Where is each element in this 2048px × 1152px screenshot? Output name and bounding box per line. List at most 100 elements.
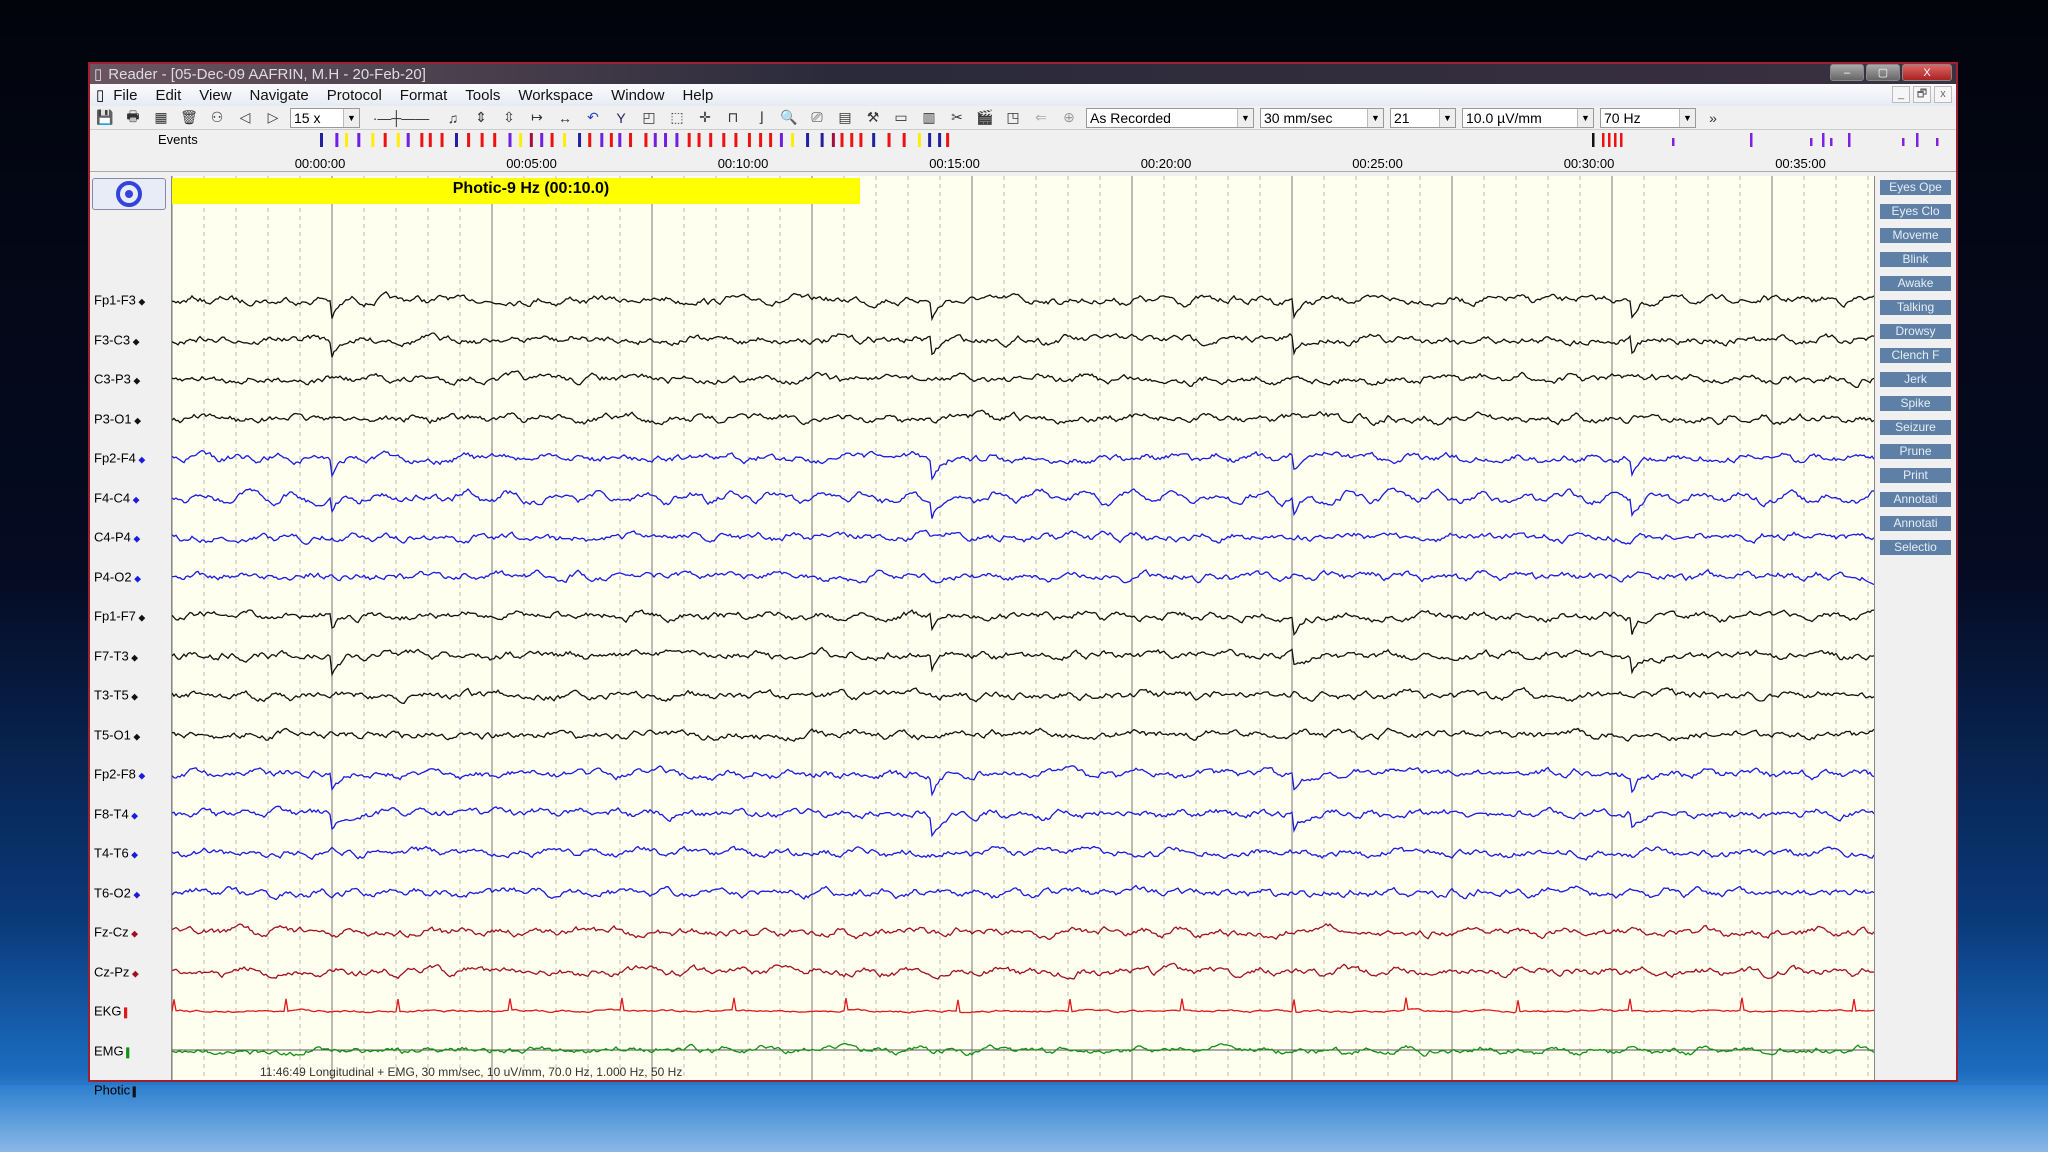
increase-gain-icon[interactable]: ⇕ (470, 108, 492, 128)
menu-edit[interactable]: Edit (146, 87, 190, 104)
bracket-icon[interactable]: ⌋ (750, 108, 772, 128)
eeg-trace-f7-t3 (172, 646, 1874, 677)
channel-label[interactable]: T3-T5 ◆ (94, 688, 138, 703)
menu-file[interactable]: File (104, 87, 146, 104)
event-mark (1592, 133, 1595, 147)
close-button[interactable]: X (1902, 64, 1952, 81)
channel-label[interactable]: Fp2-F4 ◆ (94, 451, 145, 466)
search-icon[interactable]: 🔍 (778, 108, 800, 128)
marker-button[interactable]: Clench F (1880, 348, 1951, 363)
event-mark (578, 133, 582, 147)
marker-button[interactable]: Awake (1880, 276, 1951, 291)
menu-protocol[interactable]: Protocol (318, 87, 391, 104)
marker-button[interactable]: Annotati (1880, 492, 1951, 507)
channel-label[interactable]: P4-O2 ◆ (94, 569, 141, 584)
menu-help[interactable]: Help (673, 87, 722, 104)
menu-navigate[interactable]: Navigate (241, 87, 318, 104)
scissors-icon[interactable]: ✂ (946, 108, 968, 128)
menu-workspace[interactable]: Workspace (509, 87, 602, 104)
speed-select[interactable]: 30 mm/sec ▼ (1260, 107, 1384, 128)
compress-icon[interactable]: ↦ (526, 108, 548, 128)
marker-button[interactable]: Blink (1880, 252, 1951, 267)
channel-label[interactable]: C3-P3 ◆ (94, 372, 140, 387)
marker-button[interactable]: Talking (1880, 300, 1951, 315)
channel-label[interactable]: Fz-Cz ◆ (94, 925, 138, 940)
menu-format[interactable]: Format (391, 87, 457, 104)
mdi-close-button[interactable]: x (1934, 86, 1952, 103)
channel-label[interactable]: F7-T3 ◆ (94, 648, 138, 663)
decrease-gain-icon[interactable]: ⇳ (498, 108, 520, 128)
view-toggle-button[interactable] (92, 178, 166, 210)
monitor-icon[interactable]: ▭ (890, 108, 912, 128)
channel-label[interactable]: F8-T4 ◆ (94, 806, 138, 821)
marker-button[interactable]: Moveme (1880, 228, 1951, 243)
filter-icon[interactable]: Y (610, 108, 632, 128)
film-icon[interactable]: ▦ (150, 108, 172, 128)
marker-button[interactable]: Drowsy (1880, 324, 1951, 339)
channel-label[interactable]: Fp2-F8 ◆ (94, 767, 145, 782)
rect-select-icon[interactable]: ⬚ (666, 108, 688, 128)
marker-button[interactable]: Eyes Clo (1880, 204, 1951, 219)
menu-view[interactable]: View (190, 87, 240, 104)
marker-button[interactable]: Selectio (1880, 540, 1951, 555)
channel-label[interactable]: F4-C4 ◆ (94, 490, 140, 505)
channel-label[interactable]: EKG ▌ (94, 1004, 130, 1019)
calculator-icon[interactable]: ▥ (918, 108, 940, 128)
undo-icon[interactable]: ↶ (582, 108, 604, 128)
marker-button[interactable]: Prune (1880, 444, 1951, 459)
channel-label[interactable]: EMG ▌ (94, 1043, 133, 1058)
menu-window[interactable]: Window (602, 87, 673, 104)
maximize-button[interactable]: ▢ (1866, 64, 1900, 81)
globe-icon[interactable]: ⊕ (1058, 108, 1080, 128)
sensitivity-select[interactable]: 10.0 µV/mm ▼ (1462, 107, 1594, 128)
channel-label[interactable]: Fp1-F3 ◆ (94, 293, 145, 308)
montage-select[interactable]: As Recorded ▼ (1086, 107, 1254, 128)
marker-button[interactable]: Spike (1880, 396, 1951, 411)
menu-tools[interactable]: Tools (456, 87, 509, 104)
window-icon[interactable]: ◳ (1002, 108, 1024, 128)
channel-label[interactable]: P3-O1 ◆ (94, 411, 141, 426)
measure-icon[interactable]: ⊓ (722, 108, 744, 128)
trash-icon[interactable]: 🗑 (178, 108, 200, 128)
device-icon[interactable]: ▤ (834, 108, 856, 128)
channel-label[interactable]: T6-O2 ◆ (94, 885, 140, 900)
events-bar[interactable]: Events (90, 130, 1956, 150)
marker-button[interactable]: Eyes Ope (1880, 180, 1951, 195)
slider[interactable]: ·—┼—— (366, 108, 436, 128)
prev-page-icon[interactable]: ◁ (234, 108, 256, 128)
channel-label[interactable]: Photic ▌ (94, 1083, 139, 1098)
mdi-restore-button[interactable]: 🗗 (1913, 86, 1931, 103)
marker-button[interactable]: Annotati (1880, 516, 1951, 531)
clapper-icon[interactable]: 🎬 (974, 108, 996, 128)
crosshair-icon[interactable]: ✛ (694, 108, 716, 128)
marker-button[interactable]: Jerk (1880, 372, 1951, 387)
channel-label[interactable]: T4-T6 ◆ (94, 846, 138, 861)
next-page-icon[interactable]: ▷ (262, 108, 284, 128)
marker-button[interactable]: Print (1880, 468, 1951, 483)
channel-label[interactable]: Fp1-F7 ◆ (94, 609, 145, 624)
camera-icon[interactable]: ⎚ (806, 108, 828, 128)
channel-label[interactable]: C4-P4 ◆ (94, 530, 140, 545)
channel-label[interactable]: Cz-Pz ◆ (94, 964, 139, 979)
expand-icon[interactable]: ↔ (554, 108, 576, 128)
channel-label[interactable]: T5-O1 ◆ (94, 727, 140, 742)
channel-label[interactable]: F3-C3 ◆ (94, 332, 140, 347)
save-icon[interactable]: 💾 (94, 108, 116, 128)
photic-annotation[interactable]: Photic-9 Hz (00:10.0) (172, 178, 860, 204)
event-mark (675, 133, 679, 147)
zoom-select[interactable]: 15 x ▼ (290, 107, 360, 128)
back-arrow-icon[interactable]: ⇐ (1030, 108, 1052, 128)
print-icon[interactable]: 🖶 (122, 108, 144, 128)
mdi-minimize-button[interactable]: _ (1892, 86, 1910, 103)
people-icon[interactable]: ⚇ (206, 108, 228, 128)
music-icon[interactable]: ♫ (442, 108, 464, 128)
eeg-trace-area[interactable]: Photic-9 Hz (00:10.0) 11:46:49 Longitudi… (172, 176, 1874, 1080)
overflow-button[interactable]: » (1702, 108, 1724, 128)
wave-select-icon[interactable]: ◰ (638, 108, 660, 128)
minimize-button[interactable]: – (1830, 64, 1864, 81)
filter-select[interactable]: 70 Hz ▼ (1600, 107, 1696, 128)
channels-select[interactable]: 21 ▼ (1390, 107, 1456, 128)
tools-icon[interactable]: ⚒ (862, 108, 884, 128)
marker-button[interactable]: Seizure (1880, 420, 1951, 435)
time-ruler[interactable]: 00:00:00 00:05:00 00:10:00 00:15:00 00:20:00… (90, 150, 1956, 172)
